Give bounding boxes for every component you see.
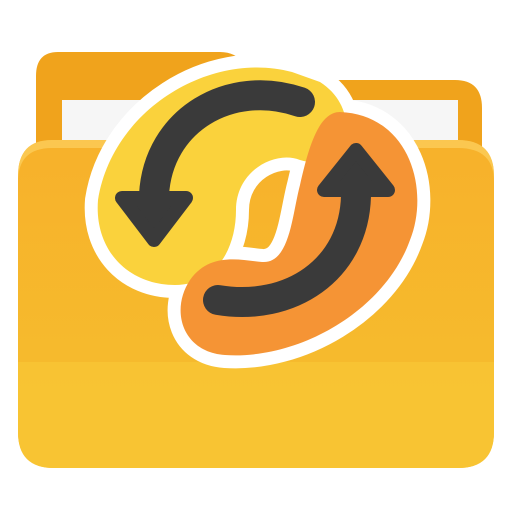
folder-sync-icon (18, 52, 494, 468)
folder-front-highlight (18, 362, 494, 468)
